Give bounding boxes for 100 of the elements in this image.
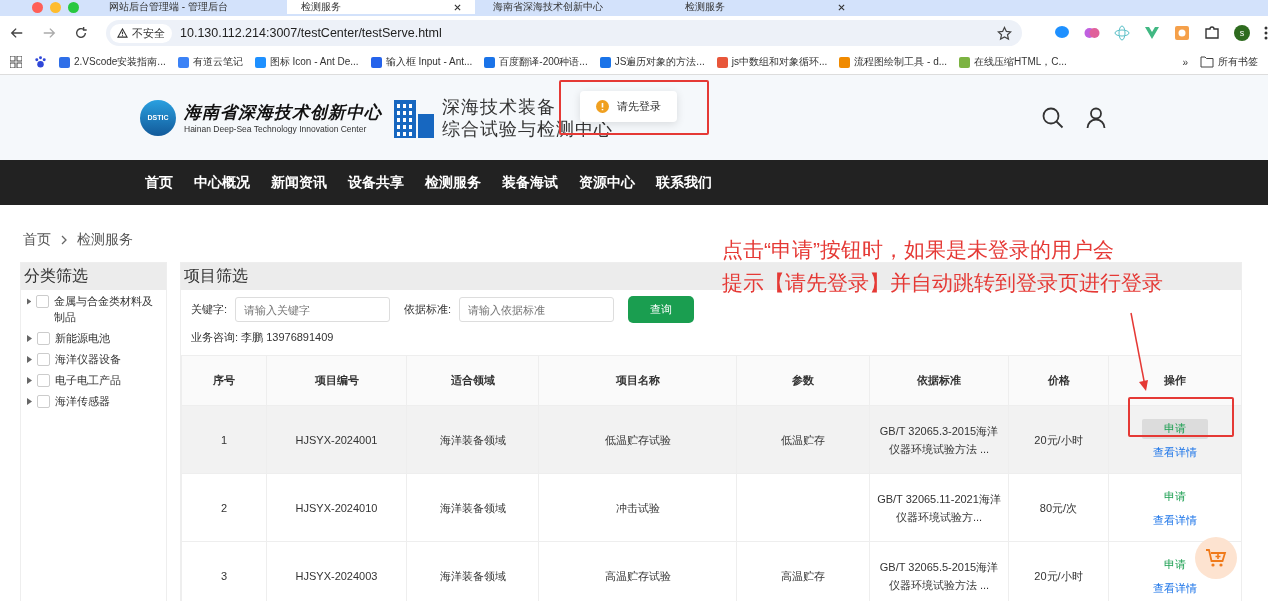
browser-tab[interactable]: 检测服务 — [671, 0, 859, 14]
toast-text: 请先登录 — [617, 99, 661, 114]
org-english-name: Hainan Deep-Sea Technology Innovation Center — [184, 124, 368, 134]
all-bookmarks-folder[interactable]: 所有书签 — [1200, 55, 1258, 69]
warning-icon — [596, 100, 609, 113]
column-header: 依据标准 — [869, 355, 1009, 406]
cart-button[interactable] — [1195, 537, 1237, 579]
column-header: 操作 — [1108, 355, 1242, 406]
table-cell: 2 — [220, 501, 228, 514]
user-icon[interactable] — [1086, 106, 1106, 129]
column-header: 参数 — [736, 355, 870, 406]
checkbox[interactable] — [37, 374, 50, 387]
category-label: 海洋传感器 — [55, 394, 110, 409]
category-label: 海洋仪器设备 — [55, 352, 121, 367]
details-link[interactable]: 查看详情 — [1153, 513, 1197, 526]
browser-tab[interactable]: 网站后台管理端 - 管理后台 — [95, 0, 283, 14]
chevron-right-icon — [61, 235, 67, 245]
security-chip: 不安全 — [110, 23, 172, 43]
folder-icon — [1200, 56, 1214, 68]
table-cell: 低温贮存试验 — [604, 433, 671, 446]
details-link[interactable]: 查看详情 — [1153, 581, 1197, 594]
warning-icon — [117, 28, 128, 38]
close-icon[interactable] — [454, 3, 461, 11]
apps-grid-icon[interactable] — [10, 56, 22, 68]
nav-item[interactable]: 装备海试 — [502, 173, 558, 192]
checkbox[interactable] — [36, 295, 50, 308]
bookmark-item[interactable]: 在线压缩HTML，C... — [959, 55, 1067, 69]
table-cell: 低温贮存 — [781, 433, 825, 446]
bookmark-item[interactable]: 有道云笔记 — [177, 55, 243, 69]
annotation-text: 点击“申请”按钮时，如果是未登录的用户会 — [722, 237, 1115, 263]
expand-caret-icon[interactable] — [27, 377, 32, 384]
vue-logo-icon[interactable] — [1144, 25, 1160, 41]
table-cell: 高温贮存试验 — [604, 569, 671, 582]
bookmark-item[interactable]: js中数组和对象循环... — [716, 55, 828, 69]
table-cell: 1 — [220, 433, 228, 446]
expand-caret-icon[interactable] — [27, 335, 32, 342]
expand-caret-icon[interactable] — [27, 356, 32, 363]
checkbox[interactable] — [37, 353, 50, 366]
bookmark-item[interactable]: 图标 Icon - Ant De... — [254, 55, 359, 69]
breadcrumb-current: 检测服务 — [77, 231, 133, 249]
column-header: 项目名称 — [538, 355, 737, 406]
cart-icon — [1205, 547, 1227, 569]
checkbox[interactable] — [37, 332, 50, 345]
nav-item[interactable]: 联系我们 — [656, 173, 712, 192]
category-label: 新能源电池 — [55, 331, 110, 346]
table-cell: 冲击试验 — [615, 501, 660, 514]
standard-input[interactable]: 请输入依据标准 — [459, 297, 615, 322]
table-cell: HJSYX-2024003 — [295, 569, 378, 582]
nav-item[interactable]: 设备共享 — [348, 173, 404, 192]
apply-button[interactable]: 申请 — [1162, 554, 1188, 575]
category-label: 电子电工产品 — [55, 373, 121, 388]
table-cell: 80元/次 — [1039, 501, 1078, 514]
browser-tab[interactable]: 检测服务 — [287, 0, 475, 14]
center-title: 深海技术装备 — [442, 95, 556, 118]
bookmark-item[interactable]: 输入框 Input - Ant... — [370, 55, 473, 69]
panel-title: 分类筛选 — [21, 263, 166, 290]
table-cell: GB/T 32065.3-2015海洋仪器环境试验方法 ... — [879, 424, 999, 455]
menu-icon[interactable] — [1264, 26, 1268, 40]
nav-item[interactable]: 资源中心 — [579, 173, 635, 192]
address-bar[interactable]: 不安全 10.130.112.214:3007/testCenter/testServe.html — [106, 20, 1022, 46]
table-cell: GB/T 32065.11-2021海洋仪器环境试验方... — [877, 492, 1001, 523]
table-cell: HJSYX-2024001 — [295, 433, 378, 446]
org-name: 海南省深海技术创新中心 — [184, 102, 382, 124]
table-cell: HJSYX-2024010 — [295, 501, 378, 514]
category-label: 金属与合金类材料及制品 — [54, 294, 155, 325]
bookmark-item[interactable]: JS遍历对象的方法... — [599, 55, 705, 69]
building-icon — [394, 97, 434, 138]
nav-item[interactable]: 首页 — [145, 173, 173, 192]
reload-icon[interactable] — [74, 26, 88, 40]
profile-avatar[interactable]: s — [1234, 25, 1250, 41]
apply-button[interactable]: 申请 — [1162, 486, 1188, 507]
table-cell: 20元/小时 — [1034, 569, 1083, 582]
expand-caret-icon[interactable] — [27, 398, 32, 405]
annotation-text: 提示【请先登录】并自动跳转到登录页进行登录 — [722, 270, 1163, 296]
keyword-input[interactable]: 请输入关键字 — [235, 297, 391, 322]
close-icon[interactable] — [838, 3, 845, 11]
bookmark-item[interactable]: 2.VScode安装指南... — [59, 55, 166, 69]
column-header: 适合领域 — [406, 355, 539, 406]
table-cell: 20元/小时 — [1034, 433, 1083, 446]
nav-item[interactable]: 检测服务 — [425, 173, 481, 192]
checkbox[interactable] — [37, 395, 50, 408]
bookmark-star-icon[interactable] — [997, 25, 1012, 41]
more-bookmarks-button[interactable]: » — [1182, 56, 1188, 68]
nav-item[interactable]: 中心概况 — [194, 173, 250, 192]
chat-bubble-icon[interactable] — [1054, 25, 1070, 41]
bookmark-item[interactable]: 百度翻译-200种语... — [484, 55, 588, 69]
breadcrumb-link[interactable]: 首页 — [23, 231, 51, 249]
column-header: 项目编号 — [266, 355, 407, 406]
table-cell: GB/T 32065.5-2015海洋仪器环境试验方法 ... — [879, 560, 999, 591]
table-cell: 海洋装备领域 — [439, 433, 506, 446]
field-label: 关键字: — [191, 302, 228, 317]
paw-icon[interactable] — [34, 55, 47, 69]
table-cell: 海洋装备领域 — [439, 569, 506, 582]
bookmark-item[interactable]: 流程图绘制工具 - d... — [839, 55, 948, 69]
expand-caret-icon[interactable] — [27, 298, 32, 305]
search-icon[interactable] — [1042, 106, 1064, 129]
details-link[interactable]: 查看详情 — [1153, 445, 1197, 458]
nav-item[interactable]: 新闻资讯 — [271, 173, 327, 192]
browser-tab[interactable]: 海南省深海技术创新中心 — [479, 0, 667, 14]
back-icon[interactable] — [10, 26, 24, 40]
